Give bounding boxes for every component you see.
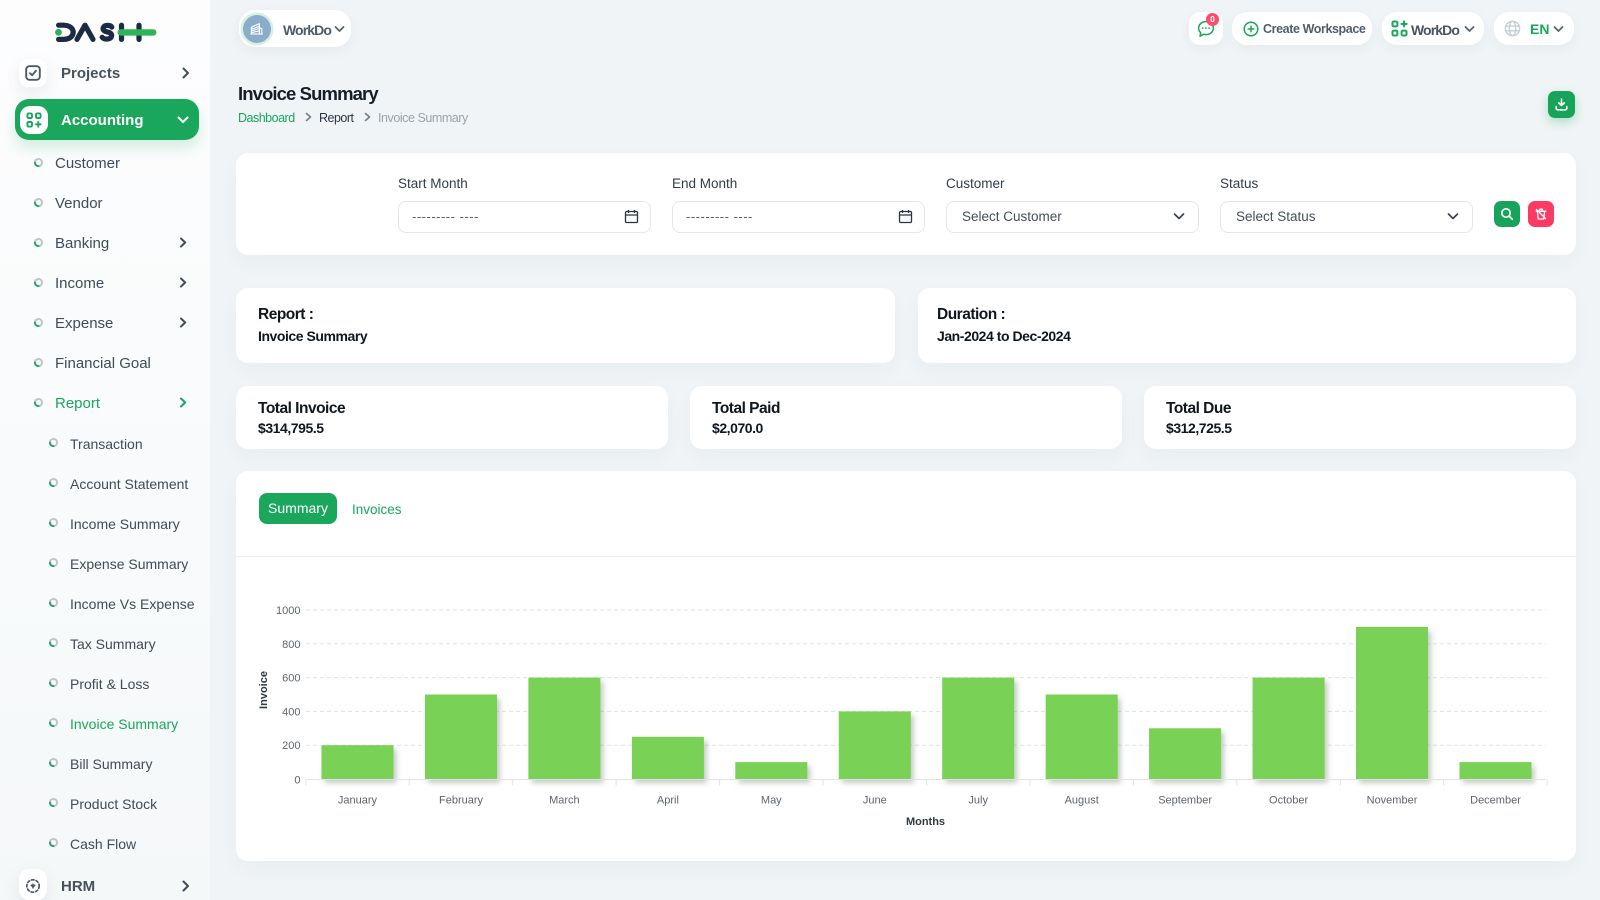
svg-text:December: December [1470,795,1521,807]
svg-text:October: October [1269,795,1308,807]
svg-text:1000: 1000 [276,605,300,617]
svg-text:November: November [1367,795,1418,807]
svg-text:February: February [439,795,484,807]
svg-text:July: July [968,795,988,807]
svg-text:September: September [1158,795,1212,807]
svg-text:Months: Months [906,816,945,828]
svg-text:400: 400 [282,706,300,718]
svg-text:January: January [338,795,378,807]
svg-text:August: August [1065,795,1099,807]
svg-text:June: June [863,795,887,807]
svg-text:March: March [549,795,580,807]
svg-text:800: 800 [282,639,300,651]
svg-text:Invoice: Invoice [258,671,270,709]
svg-text:600: 600 [282,673,300,685]
svg-text:200: 200 [282,740,300,752]
svg-text:May: May [761,795,782,807]
svg-text:0: 0 [294,775,300,787]
svg-text:April: April [657,795,679,807]
